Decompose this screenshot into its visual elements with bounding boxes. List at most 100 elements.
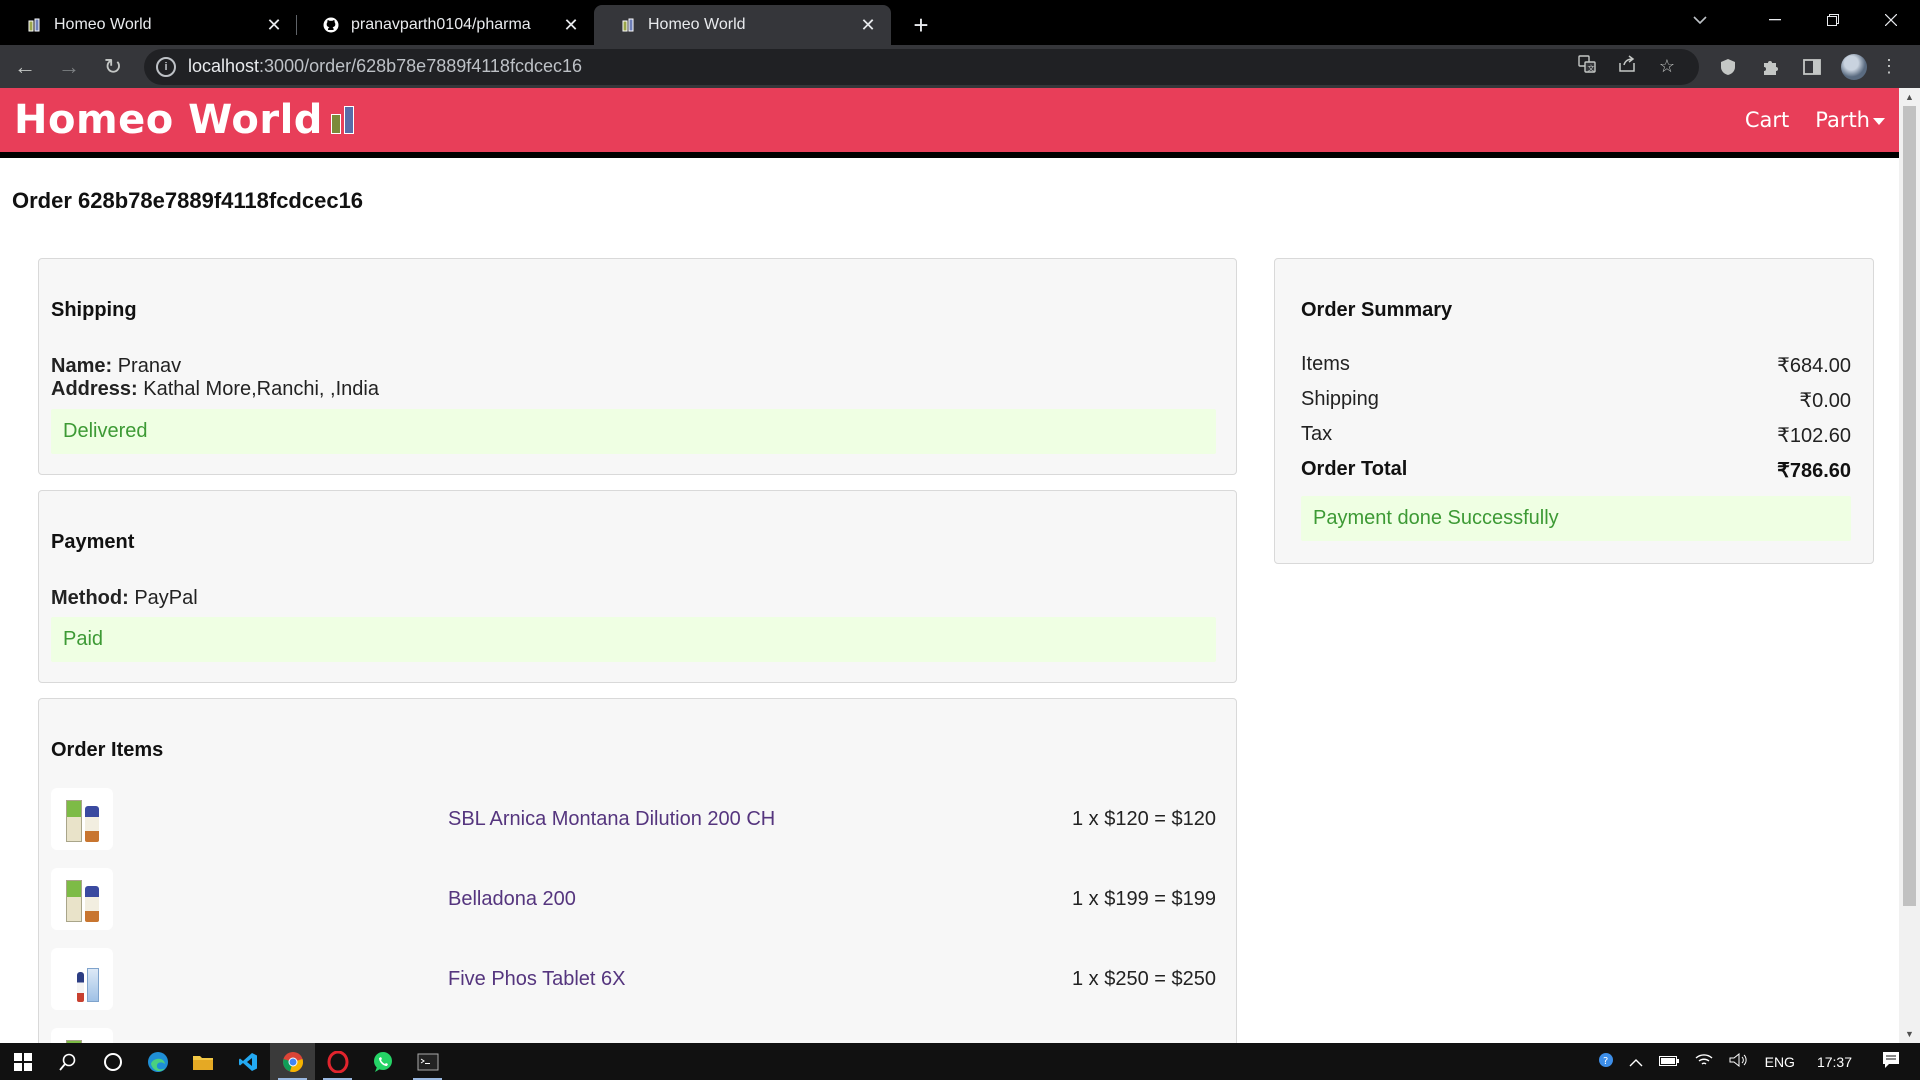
minimize-icon[interactable] bbox=[1746, 0, 1804, 40]
payment-heading: Payment bbox=[51, 531, 135, 553]
file-explorer-icon[interactable] bbox=[180, 1043, 225, 1080]
tab-title: Homeo World bbox=[648, 16, 746, 33]
summary-label: Order Total bbox=[1301, 458, 1408, 480]
order-title: Order 628b78e7889f4118fcdcec16 bbox=[12, 188, 364, 213]
close-tab-icon[interactable]: ✕ bbox=[859, 15, 877, 36]
volume-icon[interactable] bbox=[1729, 1052, 1749, 1070]
payment-method-line: Method: PayPal bbox=[51, 587, 198, 610]
help-icon[interactable]: ? bbox=[1598, 1053, 1613, 1070]
wifi-icon[interactable] bbox=[1695, 1053, 1713, 1070]
vscode-icon[interactable] bbox=[225, 1043, 270, 1080]
cortana-icon[interactable] bbox=[90, 1043, 135, 1080]
scrollbar-thumb[interactable] bbox=[1903, 106, 1916, 906]
more-menu-icon[interactable]: ⋮ bbox=[1875, 48, 1903, 86]
list-item: SBL Arnica Montana Dilution 200 CH 1 x $… bbox=[51, 787, 1216, 851]
browser-tab-strip: Homeo World ✕ pranavparth0104/pharma ✕ H… bbox=[0, 0, 1920, 45]
github-icon bbox=[323, 17, 339, 33]
item-price: 1 x $250 = $250 bbox=[1071, 967, 1216, 990]
product-link[interactable]: SBL Arnica Montana Dilution 200 CH bbox=[448, 808, 775, 831]
new-tab-button[interactable]: + bbox=[901, 5, 941, 45]
window-controls bbox=[1746, 0, 1920, 40]
system-tray: ? ENG 17:37 bbox=[1591, 1051, 1920, 1072]
terminal-icon[interactable] bbox=[405, 1043, 450, 1080]
whatsapp-icon[interactable] bbox=[360, 1043, 405, 1080]
summary-row-tax: Tax ₹102.60 bbox=[1301, 423, 1851, 448]
shipping-name-line: Name: Pranav bbox=[51, 355, 181, 378]
brand-link[interactable]: Homeo World bbox=[14, 97, 354, 143]
close-tab-icon[interactable]: ✕ bbox=[265, 15, 283, 36]
pharmacy-favicon-icon bbox=[620, 17, 636, 33]
list-item: Belladona 200 1 x $199 = $199 bbox=[51, 867, 1216, 931]
url-text[interactable]: localhost:3000/order/628b78e7889f4118fcd… bbox=[188, 56, 1567, 77]
profile-avatar[interactable] bbox=[1841, 53, 1867, 80]
browser-tab-2[interactable]: pranavparth0104/pharma ✕ bbox=[297, 5, 594, 45]
search-icon[interactable] bbox=[45, 1043, 90, 1080]
cart-link[interactable]: Cart bbox=[1745, 108, 1789, 132]
address-label: Address: bbox=[51, 378, 138, 400]
url-host: localhost bbox=[188, 56, 260, 76]
browser-toolbar: ← → ↻ i localhost:3000/order/628b78e7889… bbox=[0, 45, 1920, 88]
method-label: Method: bbox=[51, 587, 129, 609]
summary-value: ₹786.60 bbox=[1777, 460, 1851, 482]
summary-value: ₹684.00 bbox=[1777, 355, 1851, 377]
browser-tab-1[interactable]: Homeo World ✕ bbox=[0, 5, 297, 45]
pharmacy-favicon-icon bbox=[26, 17, 42, 33]
nav-links: Cart Parth bbox=[1745, 108, 1885, 132]
chevron-up-icon[interactable] bbox=[1629, 1054, 1643, 1070]
order-summary-card: Order Summary Items ₹684.00 Shipping ₹0.… bbox=[1274, 258, 1874, 564]
language-indicator[interactable]: ENG bbox=[1765, 1054, 1795, 1070]
opera-icon[interactable] bbox=[315, 1043, 360, 1080]
site-info-icon[interactable]: i bbox=[156, 56, 176, 77]
summary-value: ₹102.60 bbox=[1777, 425, 1851, 447]
clock[interactable]: 17:37 bbox=[1817, 1054, 1852, 1070]
share-icon[interactable] bbox=[1607, 55, 1647, 78]
bookmark-star-icon[interactable]: ☆ bbox=[1647, 56, 1687, 77]
tab-search-chevron-icon[interactable] bbox=[1682, 4, 1718, 36]
scroll-up-icon[interactable]: ▲ bbox=[1899, 88, 1920, 106]
close-window-icon[interactable] bbox=[1862, 0, 1920, 40]
scroll-down-icon[interactable]: ▼ bbox=[1899, 1025, 1920, 1043]
shipping-card: Shipping Name: Pranav Address: Kathal Mo… bbox=[38, 258, 1237, 475]
product-link[interactable]: Five Phos Tablet 6X bbox=[448, 968, 626, 991]
side-panel-icon[interactable] bbox=[1791, 48, 1833, 86]
windows-taskbar: ? ENG 17:37 bbox=[0, 1043, 1920, 1080]
payment-success-alert: Payment done Successfully bbox=[1301, 496, 1851, 541]
app-navbar: Homeo World Cart Parth bbox=[0, 88, 1899, 158]
order-items-heading: Order Items bbox=[51, 739, 164, 761]
shield-extension-icon[interactable] bbox=[1707, 48, 1749, 86]
brand-title: Homeo World bbox=[14, 97, 323, 143]
summary-row-total: Order Total ₹786.60 bbox=[1301, 458, 1851, 483]
address-bar[interactable]: i localhost:3000/order/628b78e7889f4118f… bbox=[144, 48, 1699, 85]
summary-row-items: Items ₹684.00 bbox=[1301, 353, 1851, 378]
caret-down-icon bbox=[1873, 117, 1885, 125]
user-menu-dropdown[interactable]: Parth bbox=[1815, 108, 1885, 132]
translate-icon[interactable]: 文 bbox=[1567, 55, 1607, 78]
windows-start-icon[interactable] bbox=[0, 1043, 45, 1080]
notifications-icon[interactable] bbox=[1882, 1051, 1900, 1072]
list-item-partial bbox=[51, 1027, 1216, 1043]
item-price: 1 x $199 = $199 bbox=[1071, 887, 1216, 910]
reload-icon[interactable]: ↻ bbox=[94, 48, 132, 86]
forward-arrow-icon[interactable]: → bbox=[50, 48, 88, 86]
order-summary-heading: Order Summary bbox=[1301, 299, 1453, 321]
puzzle-extensions-icon[interactable] bbox=[1749, 48, 1791, 86]
tab-title: pranavparth0104/pharma bbox=[351, 16, 531, 33]
pharmacy-logo-icon bbox=[330, 106, 354, 134]
browser-tab-3[interactable]: Homeo World ✕ bbox=[594, 5, 891, 45]
name-value: Pranav bbox=[117, 355, 182, 377]
payment-status-alert: Paid bbox=[51, 617, 1216, 662]
chrome-icon[interactable] bbox=[270, 1043, 315, 1080]
product-image bbox=[51, 788, 113, 850]
edge-browser-icon[interactable] bbox=[135, 1043, 180, 1080]
back-arrow-icon[interactable]: ← bbox=[6, 48, 44, 86]
delivery-status-alert: Delivered bbox=[51, 409, 1216, 454]
user-name: Parth bbox=[1815, 108, 1870, 132]
page-scrollbar[interactable]: ▲ ▼ bbox=[1899, 88, 1920, 1043]
product-link[interactable]: Belladona 200 bbox=[448, 888, 576, 911]
method-value: PayPal bbox=[134, 587, 198, 609]
svg-text:?: ? bbox=[1603, 1056, 1608, 1067]
product-image bbox=[51, 1028, 113, 1043]
close-tab-icon[interactable]: ✕ bbox=[562, 15, 580, 36]
battery-icon[interactable] bbox=[1658, 1054, 1679, 1070]
restore-icon[interactable] bbox=[1804, 0, 1862, 40]
